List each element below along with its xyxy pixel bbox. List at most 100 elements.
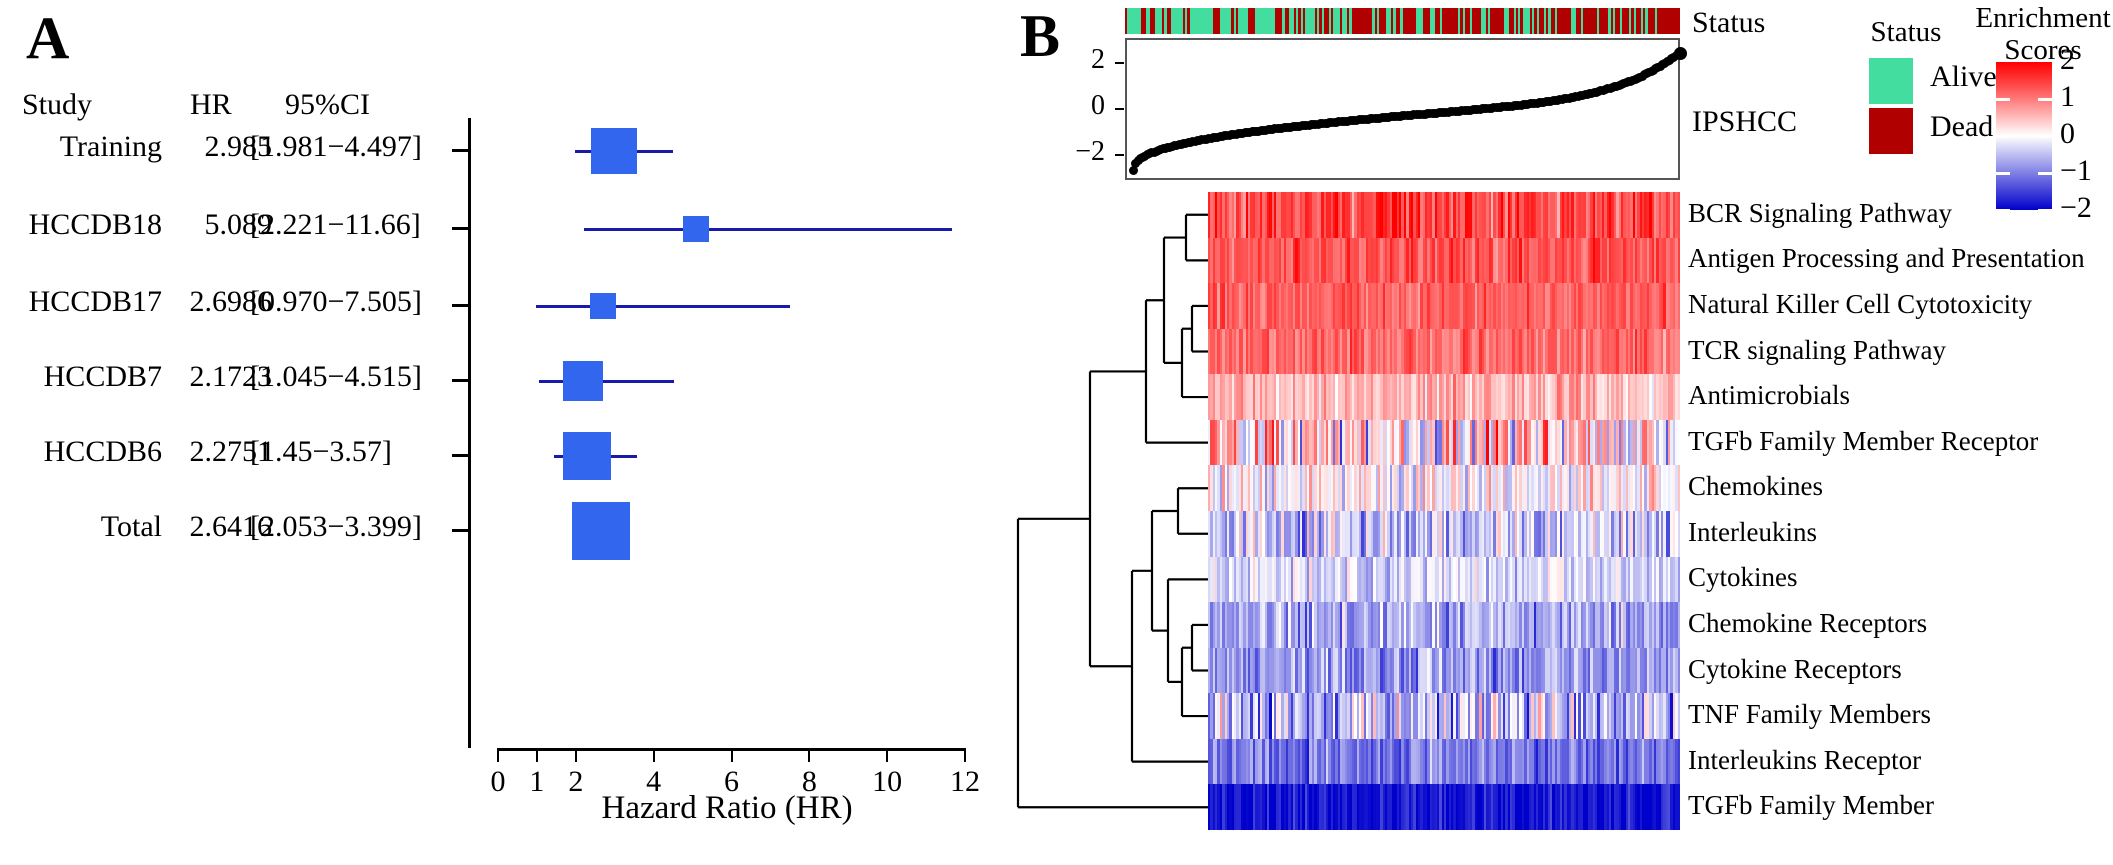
colorbar-tick-label: 1: [2060, 80, 2075, 113]
colorbar-tick: [2038, 135, 2052, 138]
heatmap-row: [1208, 784, 1680, 830]
heatmap-row: [1208, 283, 1680, 330]
heatmap-cell: [1677, 192, 1680, 238]
colorbar-tick-label: 2: [2060, 43, 2075, 76]
forest-row-stub: [452, 149, 469, 152]
forest-point-estimate-box: [591, 128, 638, 174]
scatter-y-tick-label: 0: [1091, 90, 1105, 121]
heatmap-row-label: Chemokine Receptors: [1688, 607, 1928, 638]
heatmap-row-label: Antigen Processing and Presentation: [1688, 243, 2085, 274]
heatmap-row: [1208, 693, 1680, 740]
status-bar-label: Status: [1692, 6, 1766, 39]
scatter-y-tick: [1115, 62, 1124, 65]
heatmap-row-label: Natural Killer Cell Cytotoxicity: [1688, 288, 2033, 319]
colorbar-tick-label: −1: [2060, 154, 2092, 187]
heatmap-row: [1208, 328, 1680, 375]
colorbar-tick: [1996, 98, 2010, 101]
forest-row-ci: [0.970−7.505]: [250, 285, 422, 318]
heatmap-cell: [1677, 693, 1680, 740]
heatmap-cell: [1677, 374, 1680, 421]
colorbar-tick: [1996, 135, 2010, 138]
heatmap-row: [1208, 602, 1680, 649]
heatmap-row-label: Cytokine Receptors: [1688, 653, 1902, 684]
forest-row-stub: [452, 379, 469, 382]
forest-header-ci: 95%CI: [285, 88, 370, 121]
ipshcc-scatter-plot: [1125, 38, 1687, 180]
heatmap-row-label: TNF Family Members: [1688, 699, 1931, 730]
forest-vertical-spine: [468, 118, 471, 748]
forest-x-tick: [652, 748, 655, 762]
forest-x-tick: [964, 748, 966, 762]
colorbar-title-line1: Enrichment: [1975, 2, 2111, 34]
heatmap-cell: [1677, 647, 1680, 694]
forest-point-estimate-box: [562, 361, 603, 401]
row-dendrogram: [1016, 213, 1208, 809]
colorbar-tick: [2038, 209, 2052, 212]
legend-swatch-dead: [1869, 108, 1913, 154]
heatmap-row: [1208, 192, 1680, 238]
forest-x-tick: [886, 748, 889, 762]
heatmap-row: [1208, 511, 1680, 557]
panel-a-letter: A: [26, 5, 70, 71]
forest-x-axis-label: Hazard Ratio (HR): [601, 790, 853, 826]
forest-header-study: Study: [22, 88, 93, 121]
forest-point-estimate-box: [683, 216, 710, 242]
heatmap-row-label: BCR Signaling Pathway: [1688, 197, 1953, 228]
enrichment-heatmap: [1208, 192, 1680, 830]
heatmap-row-label: Antimicrobials: [1688, 380, 1850, 411]
colorbar-tick: [1996, 172, 2010, 175]
heatmap-row-label: TCR signaling Pathway: [1688, 334, 1946, 365]
scatter-y-tick-label: −2: [1075, 135, 1105, 167]
forest-point-estimate-box: [590, 293, 617, 319]
heatmap-row-label: TGFb Family Member Receptor: [1688, 425, 2039, 456]
forest-x-tick: [497, 748, 499, 762]
heatmap-row: [1208, 738, 1680, 785]
forest-plot-panel: A Study HR 95%CI Training 2.985 [1.981−4.4…: [0, 0, 1020, 865]
status-cell: [1677, 8, 1680, 34]
forest-row-stub: [452, 529, 469, 532]
heatmap-row: [1208, 237, 1680, 284]
heatmap-cell: [1677, 465, 1680, 512]
forest-point-estimate-box: [562, 432, 611, 480]
forest-row-stub: [452, 454, 469, 457]
legend-swatch-alive: [1869, 58, 1913, 104]
scatter-y-tick-label: 2: [1091, 44, 1105, 76]
heatmap-panel: B Status 2 0 −2 IPSHCC BCR Signaling Pathw…: [1016, 0, 2113, 865]
forest-row-ci: [1.981−4.497]: [250, 130, 422, 163]
heatmap-row-label: Cytokines: [1688, 562, 1798, 593]
heatmap-row-label: TGFb Family Member: [1688, 790, 1934, 821]
heatmap-cell: [1677, 419, 1680, 466]
scatter-y-tick: [1115, 153, 1124, 156]
heatmap-row-label: Interleukins Receptor: [1688, 744, 1922, 775]
legend-label-dead: Dead: [1930, 110, 1994, 143]
forest-x-tick: [535, 748, 538, 762]
heatmap-row: [1208, 465, 1680, 512]
heatmap-row: [1208, 556, 1680, 603]
legend-status-title: Status: [1870, 16, 1942, 48]
forest-header-hr: HR: [190, 88, 232, 121]
scatter-y-tick: [1115, 108, 1124, 110]
forest-x-tick: [808, 748, 811, 762]
forest-x-tick-label: 12: [950, 765, 980, 798]
forest-row-ci: [1.45−3.57]: [250, 435, 392, 468]
forest-row-ci: [1.045−4.515]: [250, 360, 422, 393]
colorbar-tick: [2038, 98, 2052, 101]
colorbar-tick: [2038, 172, 2052, 175]
heatmap-cell: [1677, 283, 1680, 330]
heatmap-row: [1208, 374, 1680, 421]
heatmap-row: [1208, 419, 1680, 466]
forest-x-tick: [574, 748, 577, 762]
colorbar-tick-label: 0: [2060, 117, 2075, 150]
scatter-point: [1674, 47, 1687, 61]
forest-row-ci: [2.053−3.399]: [250, 510, 422, 543]
heatmap-cell: [1677, 237, 1680, 284]
forest-row-stub: [452, 304, 469, 307]
heatmap-cell: [1677, 784, 1680, 830]
forest-x-tick: [730, 748, 733, 762]
heatmap-row: [1208, 647, 1680, 694]
forest-ci-line: [535, 305, 791, 308]
heatmap-cell: [1677, 556, 1680, 603]
heatmap-cell: [1677, 602, 1680, 649]
ipshcc-label: IPSHCC: [1692, 105, 1798, 138]
heatmap-row-label: Chemokines: [1688, 471, 1823, 502]
